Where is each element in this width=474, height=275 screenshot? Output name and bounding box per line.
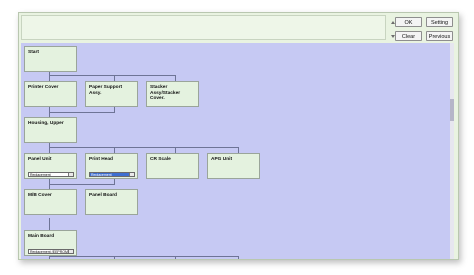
- node-main-board[interactable]: Main Board Replacement (EEPROM C: [24, 230, 77, 256]
- node-panel-unit[interactable]: Panel Unit Replacement: [24, 153, 77, 179]
- node-apg-unit[interactable]: APG Unit: [207, 153, 260, 179]
- chevron-down-icon[interactable]: [68, 250, 73, 253]
- node-panel-board[interactable]: Panel Board: [85, 189, 138, 215]
- toolbar: OK Setting Clear Previous: [19, 13, 458, 42]
- panel-unit-select[interactable]: Replacement: [28, 172, 74, 177]
- connector-line: [114, 179, 115, 185]
- node-label: Panel Board: [89, 193, 117, 198]
- connector-line: [49, 71, 50, 81]
- node-label: Panel Unit: [28, 157, 52, 162]
- node-label: Main Board: [28, 234, 55, 239]
- connector-line: [49, 256, 239, 257]
- clear-button[interactable]: Clear: [395, 31, 422, 41]
- select-value: Replacement: [91, 173, 112, 177]
- node-label: Housing, Upper: [28, 121, 64, 126]
- connector-line: [114, 256, 115, 259]
- vertical-scrollbar[interactable]: [450, 43, 454, 259]
- node-paper-support[interactable]: Paper Support Assy.: [85, 81, 138, 107]
- connector-line: [49, 112, 114, 113]
- connector-line: [238, 256, 239, 259]
- node-cr-scale[interactable]: CR Scale: [146, 153, 199, 179]
- chevron-down-icon[interactable]: [129, 173, 134, 176]
- connector-line: [114, 107, 115, 113]
- connector-line: [49, 218, 50, 230]
- info-field: [21, 15, 386, 40]
- ok-button[interactable]: OK: [395, 17, 422, 27]
- node-printer-cover[interactable]: Printer Cover: [24, 81, 77, 107]
- main-board-select[interactable]: Replacement (EEPROM C: [28, 249, 74, 254]
- connector-line: [49, 184, 114, 185]
- node-label: Start: [28, 50, 39, 55]
- print-head-select[interactable]: Replacement: [89, 172, 135, 177]
- connector-line: [49, 147, 239, 148]
- node-label: CR Scale: [150, 157, 171, 162]
- node-stacker[interactable]: Stacker Assy/Stacker Cover.: [146, 81, 199, 107]
- previous-button[interactable]: Previous: [426, 31, 453, 41]
- node-label: APG Unit: [211, 157, 233, 162]
- node-mb-cover[interactable]: M/B Cover: [24, 189, 77, 215]
- connector-line: [175, 256, 176, 259]
- connector-line: [49, 143, 50, 153]
- connector-line: [49, 75, 176, 76]
- node-label: Print Head: [89, 157, 113, 162]
- flowchart-canvas: Start Printer Cover Paper Support Assy. …: [21, 43, 454, 259]
- select-value: Replacement: [30, 173, 51, 177]
- node-label: M/B Cover: [28, 193, 52, 198]
- node-label: Paper Support Assy.: [89, 85, 123, 96]
- node-print-head[interactable]: Print Head Replacement: [85, 153, 138, 179]
- setting-button[interactable]: Setting: [426, 17, 453, 27]
- select-value: Replacement (EEPROM C: [30, 250, 72, 254]
- node-start[interactable]: Start: [24, 46, 77, 72]
- adjustment-window: OK Setting Clear Previous Start Printer …: [18, 12, 459, 260]
- chevron-down-icon[interactable]: [68, 173, 73, 176]
- node-label: Printer Cover: [28, 85, 59, 90]
- scrollbar-thumb[interactable]: [450, 99, 454, 121]
- node-label: Stacker Assy/Stacker Cover.: [150, 85, 181, 101]
- node-housing-upper[interactable]: Housing, Upper: [24, 117, 77, 143]
